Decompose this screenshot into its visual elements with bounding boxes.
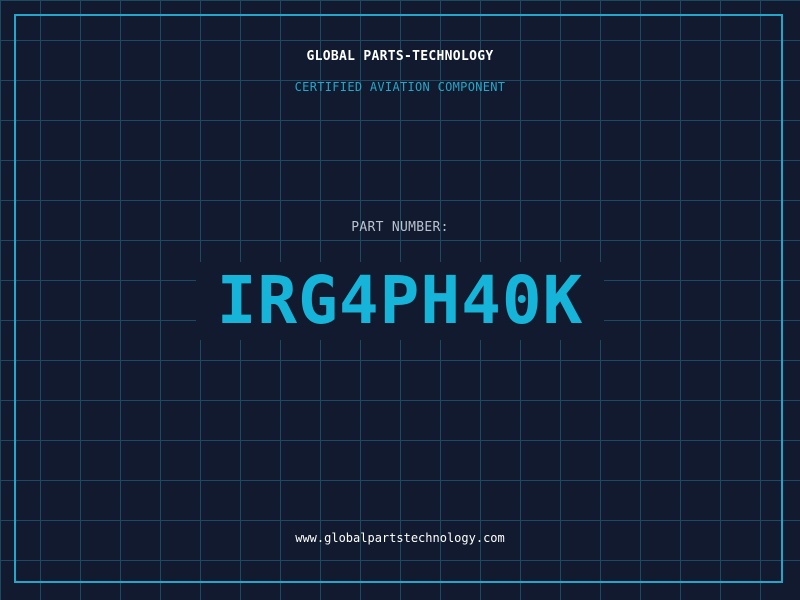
part-number-label: PART NUMBER: xyxy=(351,220,449,235)
website-url: www.globalpartstechnology.com xyxy=(295,531,505,545)
part-label-card: GLOBAL PARTS-TECHNOLOGY CERTIFIED AVIATI… xyxy=(0,0,800,600)
part-number-value: IRG4PH40K xyxy=(216,262,584,339)
brand-name: GLOBAL PARTS-TECHNOLOGY xyxy=(306,49,494,64)
certification-tagline: CERTIFIED AVIATION COMPONENT xyxy=(294,80,506,94)
